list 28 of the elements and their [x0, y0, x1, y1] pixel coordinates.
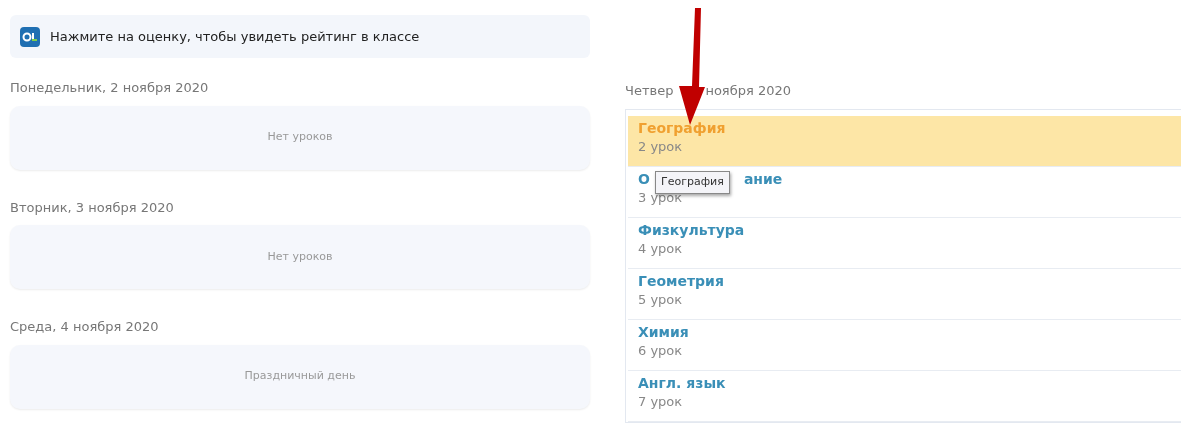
day-date: Среда, 4 ноября 2020: [10, 318, 160, 336]
lesson-title: Геометрия: [638, 271, 724, 290]
lesson-row[interactable]: Геометрия 5 урок: [628, 268, 1181, 320]
lesson-row[interactable]: Химия 6 урок: [628, 319, 1181, 371]
lesson-title: Физкультура: [638, 220, 745, 239]
logo-icon: [20, 26, 40, 47]
lesson-title: О: [638, 169, 650, 188]
lesson-number: 2 урок: [638, 137, 684, 156]
day-date: Вторник, 3 ноября 2020: [10, 198, 175, 217]
day-note: Нет уроков: [267, 248, 333, 265]
lesson-title: Химия: [638, 322, 689, 341]
day-date: ноября 2020: [705, 82, 791, 100]
lesson-row[interactable]: География 2 урок: [628, 115, 1181, 167]
lesson-title: ание: [743, 169, 783, 188]
lesson-title: География: [638, 118, 726, 137]
lesson-title: Англ. язык: [638, 373, 726, 392]
lesson-row[interactable]: Англ. язык 7 урок: [628, 370, 1181, 422]
lesson-number: 7 урок: [638, 392, 684, 411]
day-date: Понедельник, 2 ноября 2020: [10, 79, 210, 97]
tooltip: География: [655, 171, 730, 194]
banner-text: Нажмите на оценку, чтобы увидеть рейтинг в классе: [50, 27, 420, 46]
lesson-number: 5 урок: [638, 290, 684, 309]
day-date: Четвер: [625, 82, 674, 100]
lesson-number: 4 урок: [638, 239, 684, 258]
day-note: Праздничный день: [244, 368, 356, 385]
lesson-number: 6 урок: [638, 341, 684, 360]
day-note: Нет уроков: [267, 129, 333, 146]
lesson-row[interactable]: Физкультура 4 урок: [628, 217, 1181, 269]
